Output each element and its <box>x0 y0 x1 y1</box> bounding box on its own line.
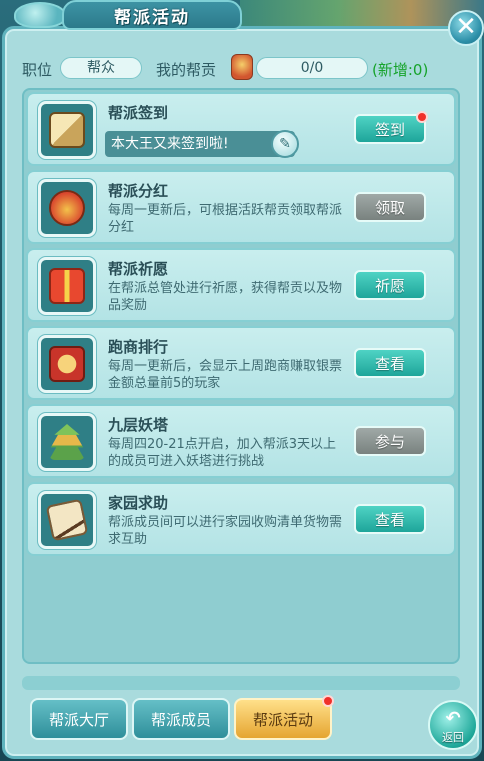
tab-guild-members[interactable]: 帮派成员 <box>132 698 230 740</box>
tab-guild-activities[interactable]: 帮派活动 <box>234 695 334 740</box>
activity-item-demon-tower: 九层妖塔 每周四20-21点开启，加入帮派3天以上的成员可进入妖塔进行挑战 参与 <box>26 404 456 478</box>
position-label: 职位 <box>22 61 53 79</box>
ranking-badge-icon <box>49 346 85 382</box>
back-label: 返回 <box>442 731 464 744</box>
back-arrow-icon: ↶ <box>445 708 461 729</box>
activity-desc: 在帮派总管处进行祈愿，获得帮贡以及物品奖励 <box>108 281 343 313</box>
activity-desc: 每周一更新后，可根据活跃帮贡领取帮派分红 <box>108 203 343 235</box>
activity-icon-frame <box>38 413 96 471</box>
window-title: 帮派活动 <box>114 8 190 28</box>
signin-button[interactable]: 签到 <box>354 111 428 144</box>
view-ranking-button[interactable]: 查看 <box>354 348 426 378</box>
contribution-new: (新增:0) <box>372 61 429 79</box>
activity-title: 九层妖塔 <box>108 416 169 434</box>
activity-title: 跑商排行 <box>108 338 169 356</box>
close-icon: ✕ <box>455 12 477 42</box>
close-button[interactable]: ✕ <box>448 10 484 46</box>
contribution-value: 0/0 <box>256 57 368 79</box>
view-home-help-button[interactable]: 查看 <box>354 504 426 534</box>
claim-dividend-button[interactable]: 领取 <box>354 192 426 222</box>
wish-button[interactable]: 祈愿 <box>354 270 426 300</box>
activity-title: 家园求助 <box>108 494 169 512</box>
contribution-bag-icon <box>231 54 253 80</box>
tab-label: 帮派活动 <box>252 711 313 729</box>
back-button[interactable]: ↶ 返回 <box>428 700 478 750</box>
activity-icon-frame <box>38 491 96 549</box>
wish-button-label: 祈愿 <box>374 277 405 295</box>
claim-button-label: 领取 <box>374 199 405 217</box>
gift-box-icon <box>49 268 85 304</box>
activity-item-home-help: 家园求助 帮派成员间可以进行家园收购清单货物需求互助 查看 <box>26 482 456 556</box>
notification-badge <box>416 111 428 123</box>
activity-title: 帮派祈愿 <box>108 260 169 278</box>
activity-desc: 每周四20-21点开启，加入帮派3天以上的成员可进入妖塔进行挑战 <box>108 437 337 469</box>
activity-item-wish: 帮派祈愿 在帮派总管处进行祈愿，获得帮贡以及物品奖励 祈愿 <box>26 248 456 322</box>
signin-message-input[interactable]: 本大王又来签到啦! <box>105 131 295 157</box>
notification-badge <box>322 695 334 707</box>
activity-icon-frame <box>38 101 96 159</box>
activity-title: 帮派分红 <box>108 182 169 200</box>
activity-icon-frame <box>38 179 96 237</box>
activity-icon-frame <box>38 257 96 315</box>
tab-guild-hall[interactable]: 帮派大厅 <box>30 698 128 740</box>
money-bag-icon <box>49 190 85 226</box>
activity-item-signin: 帮派签到 本大王又来签到啦! ✎ 签到 <box>26 92 456 166</box>
activity-title: 帮派签到 <box>108 104 169 122</box>
scroll-quill-icon <box>45 498 89 542</box>
view-button-label: 查看 <box>374 355 405 373</box>
join-button-label: 参与 <box>374 433 405 451</box>
tab-label: 帮派大厅 <box>48 711 109 729</box>
scroll-book-icon <box>49 112 85 148</box>
pagoda-icon <box>49 424 85 460</box>
contribution-label: 我的帮贡 <box>156 61 217 79</box>
position-value: 帮众 <box>60 57 142 79</box>
view-button-label: 查看 <box>374 511 405 529</box>
tab-label: 帮派成员 <box>150 711 211 729</box>
activity-item-trade-ranking: 跑商排行 每周一更新后，会显示上周跑商赚取银票金额总量前5的玩家 查看 <box>26 326 456 400</box>
edit-pen-icon[interactable]: ✎ <box>271 130 299 158</box>
title-ornament-icon <box>14 2 66 28</box>
join-tower-button[interactable]: 参与 <box>354 426 426 456</box>
activity-icon-frame <box>38 335 96 393</box>
signin-button-label: 签到 <box>374 121 405 139</box>
activity-item-dividend: 帮派分红 每周一更新后，可根据活跃帮贡领取帮派分红 领取 <box>26 170 456 244</box>
tab-bar-divider <box>22 676 460 690</box>
activity-desc: 帮派成员间可以进行家园收购清单货物需求互助 <box>108 515 343 547</box>
activity-desc: 每周一更新后，会显示上周跑商赚取银票金额总量前5的玩家 <box>108 359 343 391</box>
